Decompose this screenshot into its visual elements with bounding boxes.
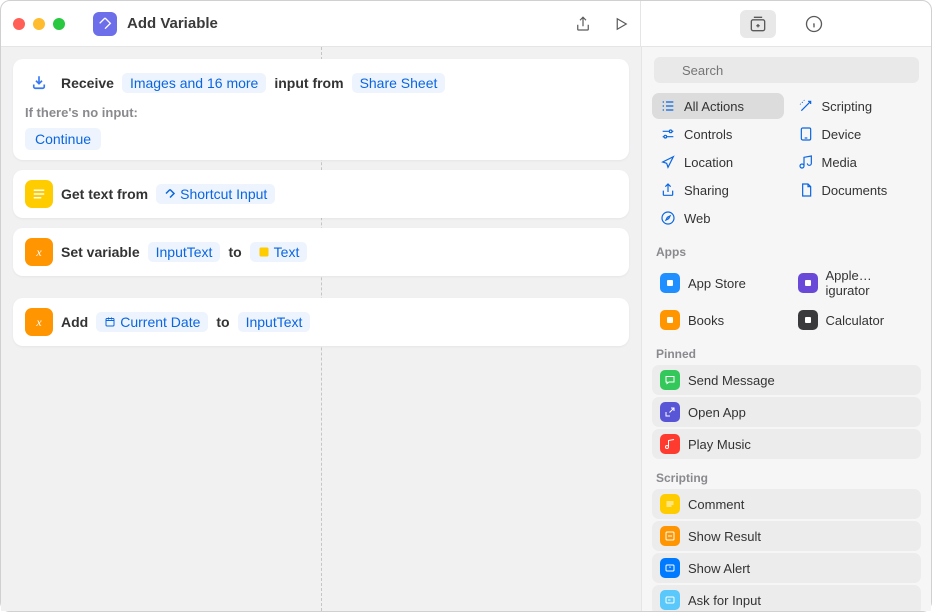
variable-name-token[interactable]: InputText — [148, 242, 221, 262]
get-text-action-card[interactable]: Get text from Shortcut Input — [13, 170, 629, 218]
category-media[interactable]: Media — [790, 149, 922, 175]
message-icon — [660, 370, 680, 390]
action-send-message[interactable]: Send Message — [652, 365, 921, 395]
slider-icon — [660, 126, 676, 142]
action-comment[interactable]: Comment — [652, 489, 921, 519]
app-icon — [660, 310, 680, 330]
titlebar: Add Variable — [1, 1, 931, 47]
window-title: Add Variable — [127, 15, 218, 32]
app-calculator[interactable]: Calculator — [790, 305, 922, 335]
app-books[interactable]: Books — [652, 305, 784, 335]
wand-icon — [798, 98, 814, 114]
titlebar-right — [564, 1, 931, 46]
category-device[interactable]: Device — [790, 121, 922, 147]
set-variable-action-card[interactable]: x Set variable InputText to Text — [13, 228, 629, 276]
no-input-label: If there's no input: — [25, 105, 617, 120]
set-variable-mid: to — [228, 244, 241, 260]
receive-icon — [25, 69, 53, 97]
search-input[interactable] — [654, 57, 919, 83]
result-icon — [660, 526, 680, 546]
category-location[interactable]: Location — [652, 149, 784, 175]
category-controls[interactable]: Controls — [652, 121, 784, 147]
scripting-list: CommentShow ResultShow AlertAsk for Inpu… — [642, 489, 931, 611]
apps-grid: App StoreApple…iguratorBooksCalculator — [642, 263, 931, 341]
svg-text:x: x — [35, 315, 42, 329]
action-show-alert[interactable]: Show Alert — [652, 553, 921, 583]
apps-section-label: Apps — [642, 239, 931, 263]
svg-text:x: x — [35, 245, 42, 259]
add-to-variable-action-card[interactable]: x Add Current Date to InputText — [13, 298, 629, 346]
location-icon — [660, 154, 676, 170]
category-documents[interactable]: Documents — [790, 177, 922, 203]
receive-label: Receive — [61, 75, 114, 91]
category-web[interactable]: Web — [652, 205, 784, 231]
app-icon — [798, 310, 818, 330]
pinned-list: Send MessageOpen AppPlay Music — [642, 365, 931, 465]
info-toggle[interactable] — [796, 10, 832, 38]
action-library-sidebar: All ActionsScriptingControlsDeviceLocati… — [641, 47, 931, 611]
action-show-result[interactable]: Show Result — [652, 521, 921, 551]
safari-icon — [660, 210, 676, 226]
library-toggle[interactable] — [740, 10, 776, 38]
shortcut-icon — [93, 12, 117, 36]
window-controls — [13, 18, 65, 30]
music-icon — [660, 434, 680, 454]
doc-icon — [798, 182, 814, 198]
list-icon — [660, 98, 676, 114]
app-app-store[interactable]: App Store — [652, 263, 784, 303]
zoom-window-button[interactable] — [53, 18, 65, 30]
shortcut-input-token[interactable]: Shortcut Input — [156, 184, 275, 204]
input-source-token[interactable]: Share Sheet — [352, 73, 446, 93]
category-grid: All ActionsScriptingControlsDeviceLocati… — [642, 91, 931, 239]
share-button[interactable] — [564, 1, 602, 47]
app-apple-igurator[interactable]: Apple…igurator — [790, 263, 922, 303]
input-types-token[interactable]: Images and 16 more — [122, 73, 266, 93]
set-variable-label: Set variable — [61, 244, 140, 260]
add-mid: to — [216, 314, 229, 330]
text-value-token[interactable]: Text — [250, 242, 308, 262]
pinned-section-label: Pinned — [642, 341, 931, 365]
open-icon — [660, 402, 680, 422]
get-text-label: Get text from — [61, 186, 148, 202]
share-icon — [660, 182, 676, 198]
action-ask-for-input[interactable]: Ask for Input — [652, 585, 921, 611]
action-play-music[interactable]: Play Music — [652, 429, 921, 459]
alert-icon — [660, 558, 680, 578]
variable-action-icon: x — [25, 238, 53, 266]
add-label: Add — [61, 314, 88, 330]
app-icon — [660, 273, 680, 293]
minimize-window-button[interactable] — [33, 18, 45, 30]
scripting-section-label: Scripting — [642, 465, 931, 489]
category-all-actions[interactable]: All Actions — [652, 93, 784, 119]
receive-input-card[interactable]: Receive Images and 16 more input from Sh… — [13, 59, 629, 160]
action-open-app[interactable]: Open App — [652, 397, 921, 427]
close-window-button[interactable] — [13, 18, 25, 30]
device-icon — [798, 126, 814, 142]
music-icon — [798, 154, 814, 170]
current-date-token[interactable]: Current Date — [96, 312, 208, 332]
no-input-action[interactable]: Continue — [25, 128, 101, 150]
app-icon — [798, 273, 818, 293]
workflow-editor[interactable]: Receive Images and 16 more input from Sh… — [1, 47, 641, 611]
receive-mid: input from — [274, 75, 343, 91]
lines-icon — [660, 494, 680, 514]
input-icon — [660, 590, 680, 610]
text-action-icon — [25, 180, 53, 208]
category-sharing[interactable]: Sharing — [652, 177, 784, 203]
variable-action-icon: x — [25, 308, 53, 336]
target-variable-token[interactable]: InputText — [238, 312, 311, 332]
run-button[interactable] — [602, 1, 640, 47]
category-scripting[interactable]: Scripting — [790, 93, 922, 119]
